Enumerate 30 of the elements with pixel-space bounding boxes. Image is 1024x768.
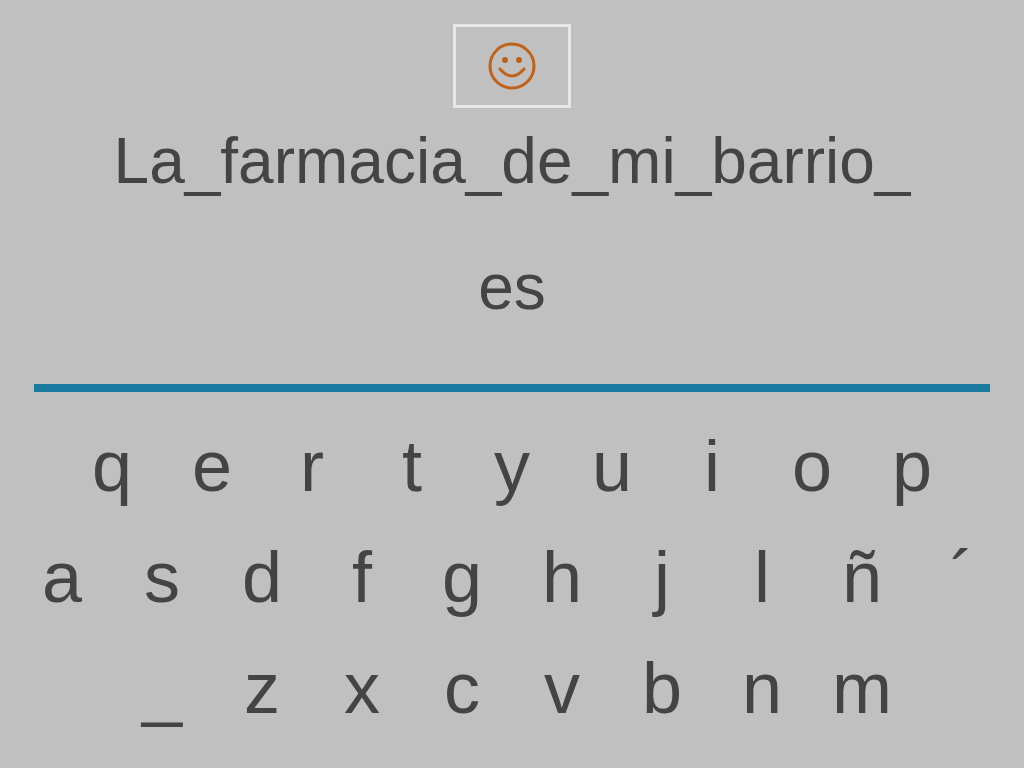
letter-key[interactable]: q (62, 420, 162, 511)
letter-key[interactable]: t (362, 420, 462, 511)
letter-key[interactable]: x (312, 642, 412, 733)
letter-key[interactable]: m (812, 642, 912, 733)
letter-key[interactable]: v (512, 642, 612, 733)
sentence-text: La_farmacia_de_mi_barrio_ (113, 126, 911, 196)
letter-key[interactable]: z (212, 642, 312, 733)
letter-key[interactable]: a (12, 531, 112, 622)
letter-key[interactable]: u (562, 420, 662, 511)
sentence-text: es (478, 252, 546, 322)
letter-key[interactable]: p (862, 420, 962, 511)
letter-key[interactable]: j (612, 531, 712, 622)
letter-key[interactable]: y (462, 420, 562, 511)
letter-key[interactable]: g (412, 531, 512, 622)
letter-key[interactable]: _ (112, 642, 212, 733)
letter-key[interactable]: d (212, 531, 312, 622)
letter-key[interactable]: r (262, 420, 362, 511)
letter-key[interactable]: ñ (812, 531, 912, 622)
letter-key[interactable]: l (712, 531, 812, 622)
letter-key[interactable]: o (762, 420, 862, 511)
letter-key[interactable]: c (412, 642, 512, 733)
letter-key[interactable]: s (112, 531, 212, 622)
letter-key[interactable]: n (712, 642, 812, 733)
letter-key[interactable]: f (312, 531, 412, 622)
letter-key[interactable]: e (162, 420, 262, 511)
letter-key[interactable]: i (662, 420, 762, 511)
smiley-icon (487, 41, 537, 91)
letter-key[interactable]: h (512, 531, 612, 622)
letter-key[interactable]: ´ (912, 531, 1012, 622)
letter-key[interactable]: b (612, 642, 712, 733)
